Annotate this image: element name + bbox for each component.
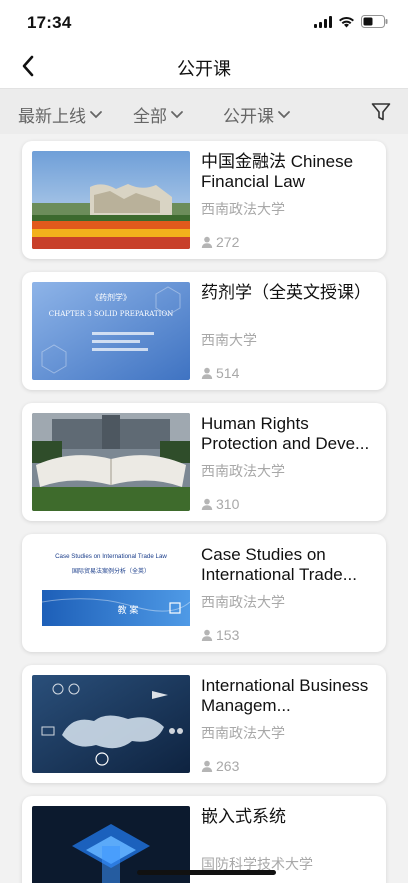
user-icon [201, 760, 213, 772]
course-title: International Business Managem... [201, 676, 369, 715]
status-bar: 17:34 [0, 0, 408, 44]
sort-filter-dropdown[interactable]: 最新上线 [18, 102, 103, 127]
user-icon [201, 498, 213, 510]
course-title: Human Rights Protection and Deve... [201, 414, 370, 453]
chevron-down-icon [171, 110, 183, 118]
view-count-value: 272 [216, 234, 240, 250]
view-count: 263 [201, 758, 239, 774]
thumb-trade-cn: 国际贸易法案例分析（全英） [72, 567, 150, 575]
user-icon [201, 236, 213, 248]
course-school: 西南政法大学 [201, 201, 285, 217]
course-thumbnail [32, 675, 190, 773]
course-title: 嵌入式系统 [201, 807, 286, 826]
course-title: Case Studies on International Trade... [201, 545, 357, 584]
sort-filter-label: 最新上线 [18, 107, 86, 126]
course-thumbnail [32, 413, 190, 511]
wifi-icon [338, 16, 355, 28]
course-school: 西南政法大学 [201, 725, 285, 741]
chevron-down-icon [90, 110, 102, 118]
view-count-value: 263 [216, 758, 240, 774]
view-count-value: 310 [216, 496, 240, 512]
type-filter-dropdown[interactable]: 公开课 [223, 102, 291, 127]
course-title: 中国金融法 Chinese Financial Law [201, 152, 354, 191]
thumb-trade-en: Case Studies on International Trade Law [55, 553, 167, 560]
course-card[interactable]: Case Studies on International Trade Law … [22, 534, 386, 652]
course-thumbnail: Case Studies on International Trade Law … [32, 544, 190, 642]
user-icon [201, 367, 213, 379]
view-count: 514 [201, 365, 239, 381]
navigation-bar: 公开课 [0, 44, 408, 88]
home-indicator[interactable] [137, 870, 276, 875]
view-count: 310 [201, 496, 239, 512]
battery-icon [361, 15, 388, 28]
course-thumbnail [32, 151, 190, 249]
thumb-pharma-title: 《药剂学》 [91, 292, 131, 302]
course-thumbnail: 《药剂学》 CHAPTER 3 SOLID PREPARATION [32, 282, 190, 380]
category-filter-label: 全部 [133, 107, 167, 126]
view-count-value: 153 [216, 627, 240, 643]
type-filter-label: 公开课 [223, 107, 274, 126]
course-card[interactable]: 中国金融法 Chinese Financial Law 西南政法大学 272 [22, 141, 386, 259]
course-card[interactable]: International Business Managem... 西南政法大学… [22, 665, 386, 783]
view-count: 153 [201, 627, 239, 643]
course-school: 西南政法大学 [201, 594, 285, 610]
chevron-down-icon [278, 110, 290, 118]
page-title: 公开课 [177, 59, 231, 79]
thumb-pharma-chapter: CHAPTER 3 SOLID PREPARATION [49, 310, 173, 318]
course-card[interactable]: Human Rights Protection and Deve... 西南政法… [22, 403, 386, 521]
category-filter-dropdown[interactable]: 全部 [133, 102, 184, 127]
course-school: 西南大学 [201, 332, 257, 348]
thumb-trade-badge: 教 案 [118, 604, 139, 616]
course-card[interactable]: 《药剂学》 CHAPTER 3 SOLID PREPARATION 药剂学（全英… [22, 272, 386, 390]
user-icon [201, 629, 213, 641]
filter-funnel-icon[interactable] [370, 101, 392, 123]
filter-bar: 最新上线 全部 公开课 [0, 88, 408, 134]
status-icons [314, 15, 388, 28]
view-count: 272 [201, 234, 239, 250]
course-school: 西南政法大学 [201, 463, 285, 479]
view-count-value: 514 [216, 365, 240, 381]
signal-icon [314, 15, 332, 28]
status-time: 17:34 [27, 13, 72, 32]
course-title: 药剂学（全英文授课） [201, 283, 371, 302]
